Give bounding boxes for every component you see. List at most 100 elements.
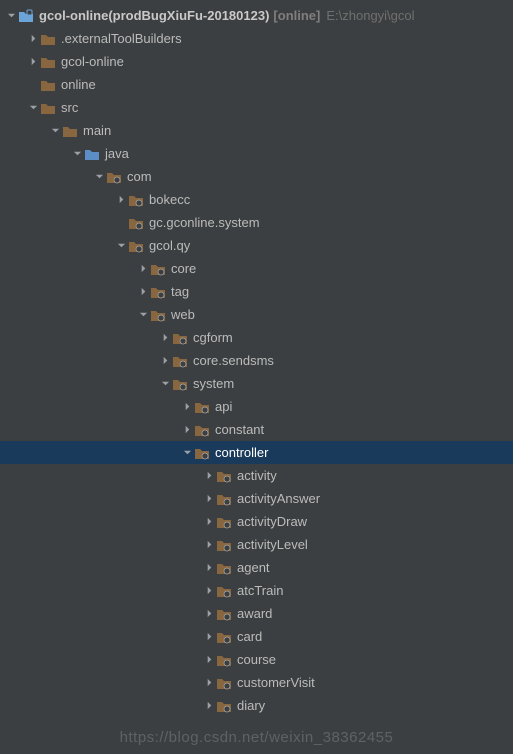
tree-row[interactable]: .externalToolBuilders [0, 27, 513, 50]
pkg-icon [106, 169, 122, 185]
src-icon [84, 146, 100, 162]
tree-row[interactable]: customerVisit [0, 671, 513, 694]
pkg-icon [216, 537, 232, 553]
tree-row[interactable]: system [0, 372, 513, 395]
tree-row[interactable]: web [0, 303, 513, 326]
tree-row-label: gcol.qy [149, 238, 190, 253]
chevron-right-icon[interactable] [136, 285, 150, 299]
tree-row[interactable]: api [0, 395, 513, 418]
tree-row[interactable]: com [0, 165, 513, 188]
tree-row[interactable]: gcol.qy [0, 234, 513, 257]
tree-row[interactable]: activity [0, 464, 513, 487]
chevron-right-icon[interactable] [26, 55, 40, 69]
chevron-right-icon[interactable] [202, 653, 216, 667]
tree-row[interactable]: gcol-online(prodBugXiuFu-20180123)[onlin… [0, 4, 513, 27]
folder-icon [40, 31, 56, 47]
chevron-right-icon[interactable] [202, 492, 216, 506]
tree-row[interactable]: award [0, 602, 513, 625]
chevron-right-icon[interactable] [202, 607, 216, 621]
chevron-right-icon[interactable] [202, 515, 216, 529]
pkg-icon [172, 330, 188, 346]
chevron-right-icon[interactable] [202, 676, 216, 690]
tree-row-label: .externalToolBuilders [61, 31, 182, 46]
tree-row[interactable]: activityDraw [0, 510, 513, 533]
tree-row[interactable]: controller [0, 441, 513, 464]
pkg-icon [172, 376, 188, 392]
tree-row-label: controller [215, 445, 268, 460]
pkg-icon [216, 514, 232, 530]
pkg-icon [128, 192, 144, 208]
tree-row[interactable]: card [0, 625, 513, 648]
tree-row-label: card [237, 629, 262, 644]
folder-icon [40, 54, 56, 70]
tree-row[interactable]: activityLevel [0, 533, 513, 556]
chevron-down-icon[interactable] [114, 239, 128, 253]
tree-row-label: customerVisit [237, 675, 315, 690]
chevron-down-icon[interactable] [92, 170, 106, 184]
chevron-down-icon[interactable] [180, 446, 194, 460]
pkg-icon [194, 445, 210, 461]
chevron-down-icon[interactable] [4, 9, 18, 23]
tree-row-label: activityDraw [237, 514, 307, 529]
tree-row-label: bokecc [149, 192, 190, 207]
chevron-down-icon[interactable] [70, 147, 84, 161]
chevron-right-icon[interactable] [202, 630, 216, 644]
chevron-right-icon[interactable] [202, 561, 216, 575]
chevron-right-icon[interactable] [202, 584, 216, 598]
chevron-right-icon[interactable] [202, 699, 216, 713]
pkg-icon [150, 261, 166, 277]
chevron-down-icon[interactable] [158, 377, 172, 391]
tree-row[interactable]: src [0, 96, 513, 119]
tree-row[interactable]: activityAnswer [0, 487, 513, 510]
chevron-right-icon[interactable] [158, 354, 172, 368]
tree-row-label: system [193, 376, 234, 391]
pkg-icon [216, 491, 232, 507]
tree-row[interactable]: course [0, 648, 513, 671]
chevron-right-icon[interactable] [114, 193, 128, 207]
tree-row[interactable]: gc.gconline.system [0, 211, 513, 234]
tree-row-label: award [237, 606, 272, 621]
tree-row[interactable]: constant [0, 418, 513, 441]
chevron-right-icon[interactable] [202, 469, 216, 483]
chevron-down-icon[interactable] [48, 124, 62, 138]
pkg-icon [128, 215, 144, 231]
tree-row-label: activityLevel [237, 537, 308, 552]
tree-row-label: gcol-online(prodBugXiuFu-20180123)[onlin… [39, 8, 415, 23]
tree-row-label: constant [215, 422, 264, 437]
folder-icon [40, 77, 56, 93]
module-icon [18, 8, 34, 24]
tree-row[interactable]: core.sendsms [0, 349, 513, 372]
pkg-icon [194, 399, 210, 415]
tree-row-label: main [83, 123, 111, 138]
chevron-down-icon[interactable] [136, 308, 150, 322]
chevron-right-icon[interactable] [136, 262, 150, 276]
tree-row-label: atcTrain [237, 583, 283, 598]
tree-row[interactable]: atcTrain [0, 579, 513, 602]
tree-row[interactable]: core [0, 257, 513, 280]
tree-row[interactable]: gcol-online [0, 50, 513, 73]
tree-row[interactable]: java [0, 142, 513, 165]
chevron-down-icon[interactable] [26, 101, 40, 115]
tree-row[interactable]: agent [0, 556, 513, 579]
pkg-icon [216, 560, 232, 576]
tree-row-label: diary [237, 698, 265, 713]
tree-row[interactable]: bokecc [0, 188, 513, 211]
tree-row[interactable]: cgform [0, 326, 513, 349]
chevron-right-icon[interactable] [158, 331, 172, 345]
tree-row[interactable]: main [0, 119, 513, 142]
pkg-icon [172, 353, 188, 369]
chevron-right-icon[interactable] [26, 32, 40, 46]
chevron-right-icon[interactable] [180, 423, 194, 437]
pkg-icon [216, 606, 232, 622]
tree-row[interactable]: tag [0, 280, 513, 303]
tree-row-label: core [171, 261, 196, 276]
tree-row[interactable]: diary [0, 694, 513, 717]
chevron-right-icon[interactable] [202, 538, 216, 552]
chevron-right-icon[interactable] [180, 400, 194, 414]
project-tree[interactable]: gcol-online(prodBugXiuFu-20180123)[onlin… [0, 0, 513, 717]
folder-icon [62, 123, 78, 139]
tree-row[interactable]: online [0, 73, 513, 96]
tree-row-label: core.sendsms [193, 353, 274, 368]
tree-row-label: web [171, 307, 195, 322]
pkg-icon [150, 284, 166, 300]
